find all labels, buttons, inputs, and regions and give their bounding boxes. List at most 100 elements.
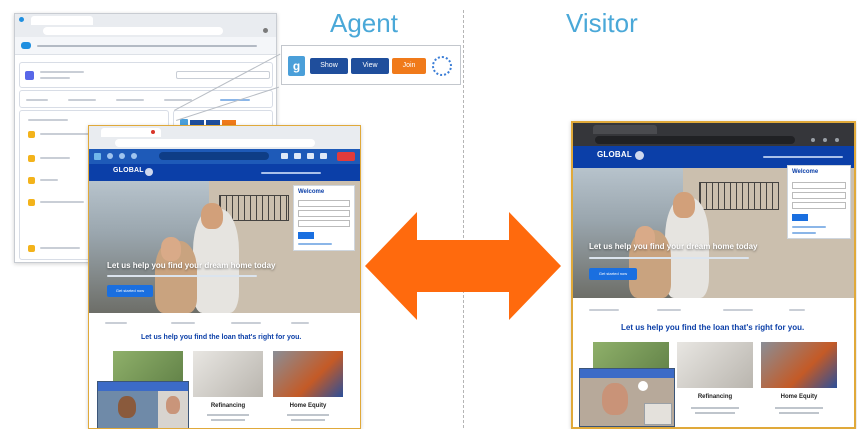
product-card[interactable]: Home Equity bbox=[273, 351, 343, 427]
visitor-tab[interactable] bbox=[593, 125, 657, 134]
activity-item[interactable] bbox=[40, 247, 80, 249]
welcome-input[interactable] bbox=[792, 182, 846, 189]
visitor-url-field[interactable] bbox=[595, 136, 795, 144]
agent-face bbox=[118, 396, 136, 418]
agent-site-header: GLOBAL bbox=[89, 164, 360, 181]
back-icon[interactable] bbox=[119, 153, 125, 159]
welcome-link[interactable] bbox=[298, 243, 332, 245]
loading-spinner-icon bbox=[432, 56, 452, 76]
visitor-heading: Visitor bbox=[566, 8, 638, 38]
card-image bbox=[193, 351, 263, 397]
product-card[interactable]: Refinancing bbox=[193, 351, 263, 427]
extension-icon[interactable] bbox=[811, 138, 815, 142]
cobrowse-toolbar-zoomed: g Show View Join bbox=[281, 45, 461, 85]
welcome-panel: Welcome bbox=[787, 165, 851, 239]
product-card[interactable]: Refinancing bbox=[677, 342, 753, 427]
card-text bbox=[695, 412, 735, 414]
video-pip-titlebar[interactable] bbox=[580, 369, 674, 378]
globe-logo-icon bbox=[145, 168, 153, 176]
cobrowse-url-field[interactable] bbox=[159, 152, 269, 160]
agent-url-field[interactable] bbox=[115, 139, 315, 147]
card-image bbox=[761, 342, 837, 388]
product-nav-item[interactable] bbox=[231, 322, 261, 324]
toolbar-icon[interactable] bbox=[281, 153, 288, 159]
video-chat-pip[interactable] bbox=[97, 381, 189, 428]
record-action-buttons[interactable] bbox=[176, 71, 270, 79]
agent-tab-bar bbox=[89, 126, 360, 137]
menu-icon[interactable] bbox=[835, 138, 839, 142]
product-nav-item[interactable] bbox=[723, 309, 753, 311]
highlight-2 bbox=[68, 99, 96, 101]
task-icon bbox=[28, 131, 35, 138]
card-text bbox=[207, 414, 249, 416]
highlight-1 bbox=[26, 99, 48, 101]
welcome-input[interactable] bbox=[792, 192, 846, 199]
agent-face bbox=[602, 383, 628, 415]
section-title: Let us help you find the loan that's rig… bbox=[141, 334, 302, 341]
extension-icon[interactable] bbox=[823, 138, 827, 142]
welcome-input[interactable] bbox=[298, 210, 350, 217]
man-face bbox=[673, 192, 695, 218]
balcony bbox=[699, 182, 779, 210]
visitor-face bbox=[166, 396, 180, 414]
activity-item[interactable] bbox=[40, 179, 58, 181]
welcome-link[interactable] bbox=[792, 232, 816, 234]
section-title: Let us help you find the loan that's rig… bbox=[621, 323, 805, 332]
site-top-nav[interactable] bbox=[763, 156, 843, 158]
product-nav-item[interactable] bbox=[291, 322, 309, 324]
product-nav-item[interactable] bbox=[657, 309, 681, 311]
welcome-submit-button[interactable] bbox=[298, 232, 314, 239]
card-title: Refinancing bbox=[697, 394, 733, 400]
task-icon bbox=[28, 199, 35, 206]
activity-tabs[interactable] bbox=[28, 119, 68, 121]
site-logo[interactable]: GLOBAL bbox=[113, 167, 144, 174]
welcome-input[interactable] bbox=[298, 200, 350, 207]
get-started-button[interactable]: Get started now bbox=[589, 268, 637, 280]
crm-favicon-icon bbox=[19, 17, 24, 22]
task-icon bbox=[28, 177, 35, 184]
crm-url-field[interactable] bbox=[43, 27, 223, 35]
join-button[interactable]: Join bbox=[392, 58, 426, 74]
view-button[interactable]: View bbox=[351, 58, 389, 74]
toolbar-icon[interactable] bbox=[307, 153, 314, 159]
video-pip-titlebar[interactable] bbox=[98, 382, 188, 391]
card-title: Home Equity bbox=[289, 403, 327, 409]
hero-title: Let us help you find your dream home tod… bbox=[589, 242, 758, 251]
video-chat-pip[interactable] bbox=[579, 368, 675, 427]
card-title: Refinancing bbox=[210, 403, 246, 409]
welcome-input[interactable] bbox=[792, 202, 846, 209]
end-session-button[interactable] bbox=[337, 152, 355, 161]
tab-close-icon[interactable] bbox=[151, 130, 155, 134]
refresh-icon[interactable] bbox=[131, 153, 137, 159]
show-button[interactable]: Show bbox=[310, 58, 348, 74]
settings-icon[interactable] bbox=[107, 153, 113, 159]
toolbar-icon[interactable] bbox=[294, 153, 301, 159]
collapse-icon[interactable] bbox=[638, 381, 648, 391]
product-card[interactable]: Home Equity bbox=[761, 342, 837, 427]
product-nav-item[interactable] bbox=[171, 322, 195, 324]
crm-tab[interactable] bbox=[31, 16, 93, 25]
cobrowse-logo-icon: g bbox=[288, 56, 305, 76]
crm-profile-icon[interactable] bbox=[263, 28, 268, 33]
card-text bbox=[287, 414, 329, 416]
product-nav-item[interactable] bbox=[589, 309, 619, 311]
crm-tab-bar bbox=[15, 14, 276, 25]
welcome-submit-button[interactable] bbox=[792, 214, 808, 221]
highlight-3 bbox=[116, 99, 144, 101]
welcome-link[interactable] bbox=[792, 226, 826, 228]
activity-item[interactable] bbox=[40, 157, 70, 159]
crm-nav-items[interactable] bbox=[37, 45, 257, 47]
activity-item[interactable] bbox=[40, 201, 84, 203]
product-nav-item[interactable] bbox=[105, 322, 127, 324]
double-arrow-icon bbox=[365, 212, 561, 320]
toolbar-icon[interactable] bbox=[320, 153, 327, 159]
get-started-button[interactable]: Get started now bbox=[107, 285, 153, 297]
site-top-nav[interactable] bbox=[261, 172, 321, 174]
task-icon bbox=[28, 245, 35, 252]
product-nav-item[interactable] bbox=[789, 309, 805, 311]
welcome-input[interactable] bbox=[298, 220, 350, 227]
record-highlights bbox=[19, 90, 273, 108]
site-logo[interactable]: GLOBAL bbox=[597, 150, 632, 159]
welcome-title: Welcome bbox=[298, 189, 325, 195]
record-subtitle bbox=[40, 77, 70, 79]
